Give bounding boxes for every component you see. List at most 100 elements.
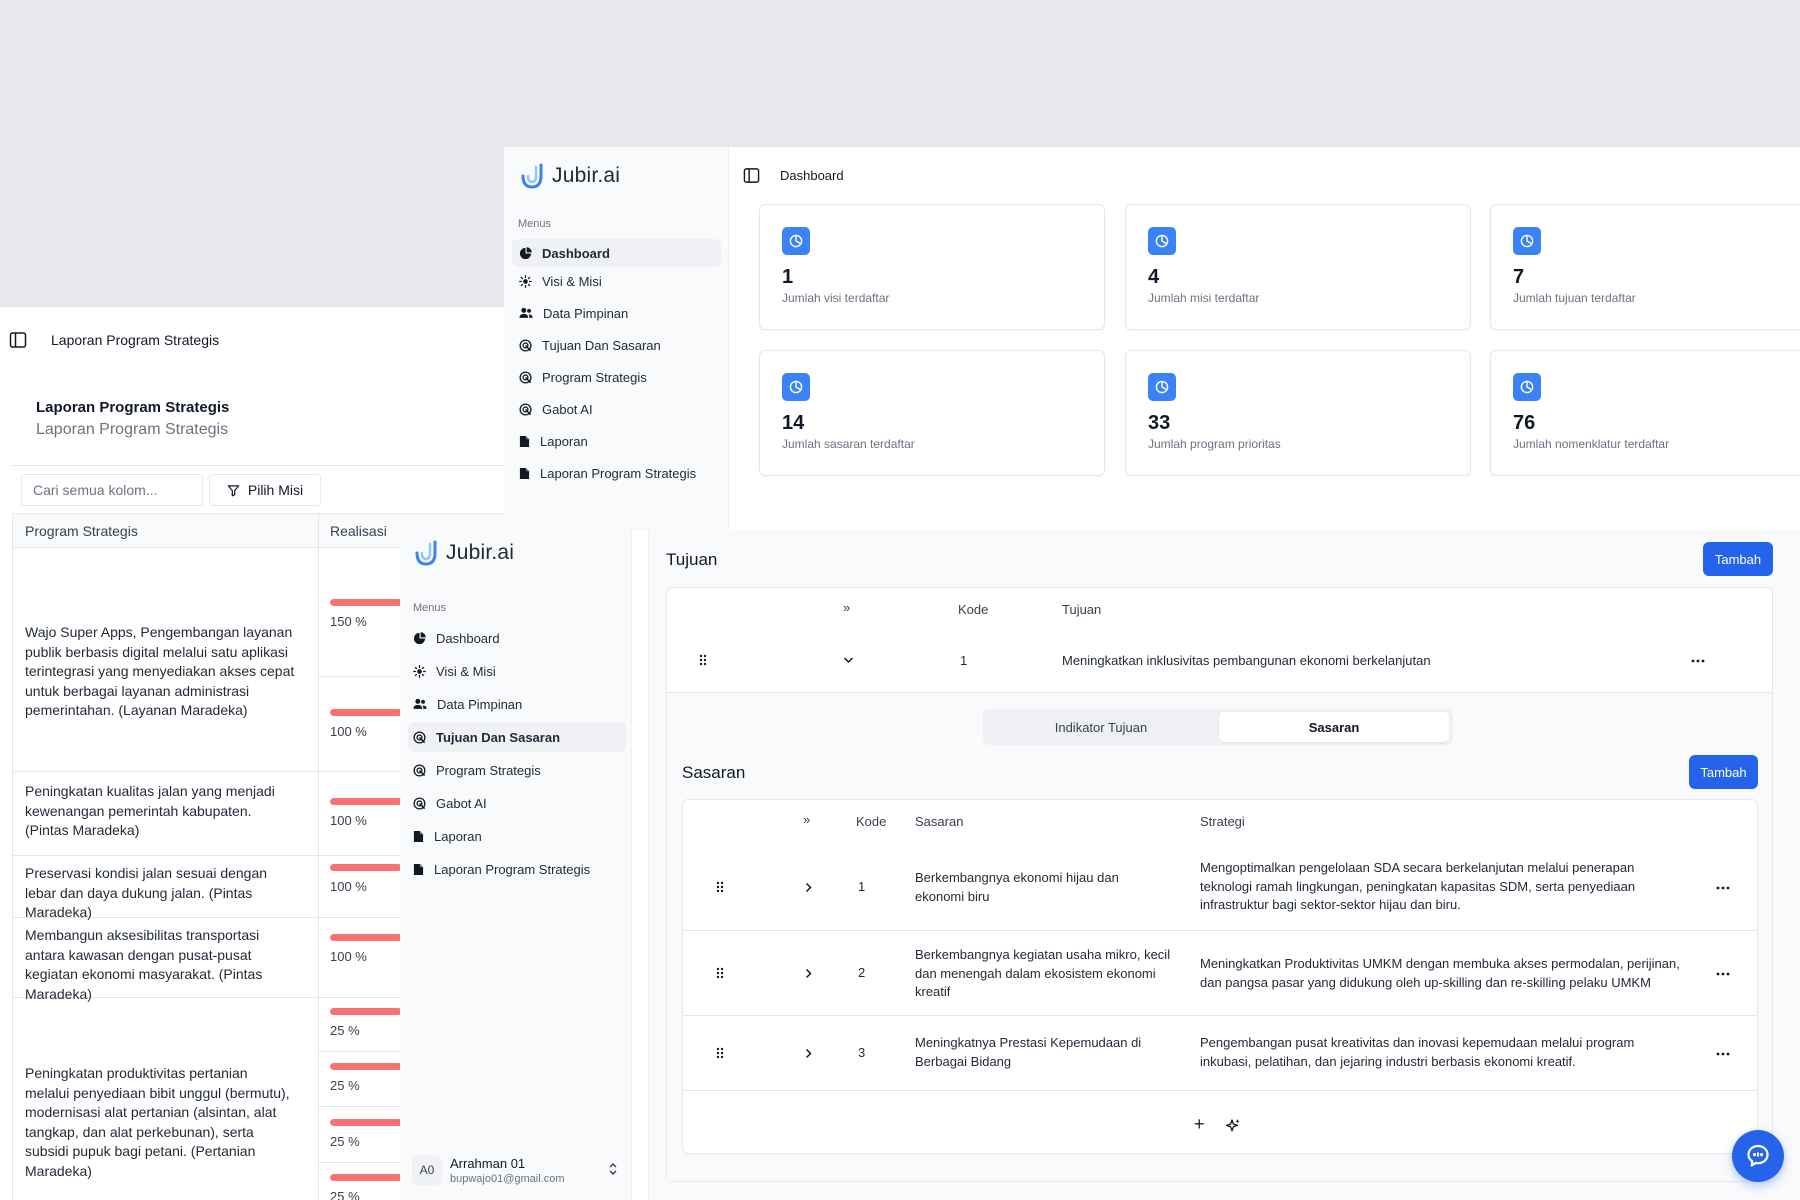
table-row[interactable]: 1 Berkembangnya ekonomi hijau dan ekonom… [683, 844, 1757, 930]
sidebar-item-laporan[interactable]: Laporan [408, 821, 626, 851]
stat-card-misi[interactable]: 4 Jumlah misi terdaftar [1125, 204, 1471, 330]
detail-tabs: Indikator Tujuan Sasaran [983, 709, 1453, 745]
more-options-icon[interactable] [1716, 1052, 1730, 1056]
stat-value: 7 [1513, 266, 1525, 288]
table-row[interactable]: 2 Berkembangnya kegiatan usaha mikro, ke… [683, 931, 1757, 1015]
strategi-text: Mengoptimalkan pengelolaan SDA secara be… [1200, 860, 1636, 912]
progress-bar [330, 709, 402, 716]
filter-misi-button[interactable]: Pilih Misi [209, 474, 321, 506]
column-program-strategis[interactable]: Program Strategis [25, 523, 138, 539]
pie-chart-icon [782, 227, 810, 255]
program-text: Peningkatan kualitas jalan yang menjadi … [25, 783, 275, 838]
sasaran-text: Berkembangnya kegiatan usaha mikro, keci… [915, 947, 1171, 999]
sidebar-item-dashboard[interactable]: Dashboard [408, 623, 626, 653]
more-options-icon[interactable] [1716, 886, 1730, 890]
more-options-icon[interactable] [1691, 659, 1705, 663]
drag-handle-icon[interactable] [716, 967, 724, 979]
sidebar-item-label: Data Pimpinan [543, 305, 629, 321]
breadcrumb[interactable]: Laporan Program Strategis [51, 332, 219, 348]
chevron-down-icon[interactable] [843, 656, 854, 664]
sidebar-item-laporan-program-strategis[interactable]: Laporan Program Strategis [512, 459, 721, 487]
tujuan-row[interactable]: 1 Meningkatkan inklusivitas pembangunan … [667, 632, 1772, 692]
sidebar-item-label: Laporan [540, 433, 588, 449]
stat-card-program[interactable]: 33 Jumlah program prioritas [1125, 350, 1471, 476]
column-realisasi[interactable]: Realisasi [330, 523, 387, 539]
table-row[interactable]: 3 Meningkatnya Prestasi Kepemudaan di Be… [683, 1016, 1757, 1090]
progress-bar [330, 798, 402, 805]
sidebar-item-label: Visi & Misi [436, 663, 496, 679]
breadcrumb[interactable]: Dashboard [780, 168, 844, 183]
realisasi-value: 25 % [330, 1134, 360, 1149]
user-info: Arrahman 01 bupwajo01@gmail.com [450, 1156, 565, 1185]
search-input[interactable] [21, 474, 203, 506]
strategi-text: Meningkatkan Produktivitas UMKM dengan m… [1200, 956, 1680, 990]
drag-handle-icon[interactable] [716, 881, 724, 893]
expand-all-header[interactable]: » [843, 600, 850, 615]
progress-fill [330, 798, 402, 805]
drag-handle-icon[interactable] [716, 1047, 724, 1059]
users-icon [519, 307, 533, 319]
sidebar-item-dashboard[interactable]: Dashboard [512, 239, 721, 267]
page-subtitle: Laporan Program Strategis [36, 421, 229, 438]
tab-sasaran[interactable]: Sasaran [1219, 712, 1449, 742]
progress-fill [330, 1063, 402, 1070]
column-kode[interactable]: Kode [856, 814, 886, 829]
sidebar-item-tujuan-sasaran[interactable]: Tujuan Dan Sasaran [512, 331, 721, 359]
chat-fab-button[interactable] [1732, 1130, 1784, 1182]
sidebar-item-label: Dashboard [542, 245, 610, 261]
chevron-right-icon[interactable] [805, 1048, 812, 1059]
stat-card-sasaran[interactable]: 14 Jumlah sasaran terdaftar [759, 350, 1105, 476]
more-options-icon[interactable] [1716, 972, 1730, 976]
expand-all-header[interactable]: » [803, 812, 810, 827]
stat-value: 33 [1148, 412, 1171, 434]
column-kode[interactable]: Kode [958, 602, 988, 617]
stat-card-visi[interactable]: 1 Jumlah visi terdaftar [759, 204, 1105, 330]
sidebar-item-gabot-ai[interactable]: Gabot AI [512, 395, 721, 423]
chevron-right-icon[interactable] [805, 968, 812, 979]
sidebar-item-program-strategis[interactable]: Program Strategis [408, 755, 626, 785]
column-strategi[interactable]: Strategi [1200, 814, 1245, 829]
stat-label: Jumlah nomenklatur terdaftar [1513, 437, 1670, 451]
column-sasaran[interactable]: Sasaran [915, 814, 963, 829]
stat-card-nomenklatur[interactable]: 76 Jumlah nomenklatur terdaftar [1490, 350, 1800, 476]
sparkles-icon[interactable] [1225, 1118, 1241, 1134]
column-tujuan[interactable]: Tujuan [1062, 602, 1101, 617]
page-title: Laporan Program Strategis [36, 399, 230, 416]
sidebar-item-laporan-program-strategis[interactable]: Laporan Program Strategis [408, 854, 626, 884]
add-row-button[interactable]: + [1194, 1114, 1205, 1135]
tambah-tujuan-button[interactable]: Tambah [1703, 542, 1773, 576]
stat-card-tujuan[interactable]: 7 Jumlah tujuan terdaftar [1490, 204, 1800, 330]
menus-label: Menus [518, 218, 552, 230]
sidebar-item-program-strategis[interactable]: Program Strategis [512, 363, 721, 391]
realisasi-value: 25 % [330, 1023, 360, 1038]
user-menu[interactable]: A0 Arrahman 01 bupwajo01@gmail.com [412, 1147, 624, 1193]
strategi-text: Pengembangan pusat kreativitas dan inova… [1200, 1035, 1635, 1069]
sidebar-item-laporan[interactable]: Laporan [512, 427, 721, 455]
tujuan-expanded-area: Indikator Tujuan Sasaran Sasaran Tambah … [667, 692, 1772, 1181]
target-icon [519, 338, 532, 352]
sidebar-item-gabot-ai[interactable]: Gabot AI [408, 788, 626, 818]
sidebar-item-data-pimpinan[interactable]: Data Pimpinan [408, 689, 626, 719]
drag-handle-icon[interactable] [699, 654, 707, 666]
sidebar-item-tujuan-sasaran[interactable]: Tujuan Dan Sasaran [408, 722, 626, 752]
realisasi-cell: 150 % [330, 599, 410, 629]
tambah-sasaran-button[interactable]: Tambah [1689, 755, 1758, 789]
tab-indikator-tujuan[interactable]: Indikator Tujuan [986, 712, 1216, 742]
sidebar-item-visi-misi[interactable]: Visi & Misi [512, 267, 721, 295]
brand-logo[interactable]: Jubir.ai [412, 538, 514, 568]
pie-chart-icon [1513, 373, 1541, 401]
sidebar-item-visi-misi[interactable]: Visi & Misi [408, 656, 626, 686]
brand-name: Jubir.ai [552, 164, 621, 187]
sidebar-toggle-icon[interactable] [743, 167, 760, 184]
chevron-right-icon[interactable] [805, 882, 812, 893]
realisasi-cell: 100 % [330, 798, 410, 828]
tujuan-text: Meningkatkan inklusivitas pembangunan ek… [1062, 653, 1431, 668]
progress-fill [330, 1174, 402, 1181]
sidebar-item-label: Laporan [434, 828, 482, 844]
sidebar-toggle-icon[interactable] [9, 331, 27, 349]
user-name: Arrahman 01 [450, 1155, 526, 1171]
sidebar-item-data-pimpinan[interactable]: Data Pimpinan [512, 299, 721, 327]
brand-logo[interactable]: Jubir.ai [518, 161, 620, 191]
sidebar-item-label: Dashboard [436, 630, 500, 646]
sasaran-text: Berkembangnya ekonomi hijau dan ekonomi … [915, 870, 1119, 904]
